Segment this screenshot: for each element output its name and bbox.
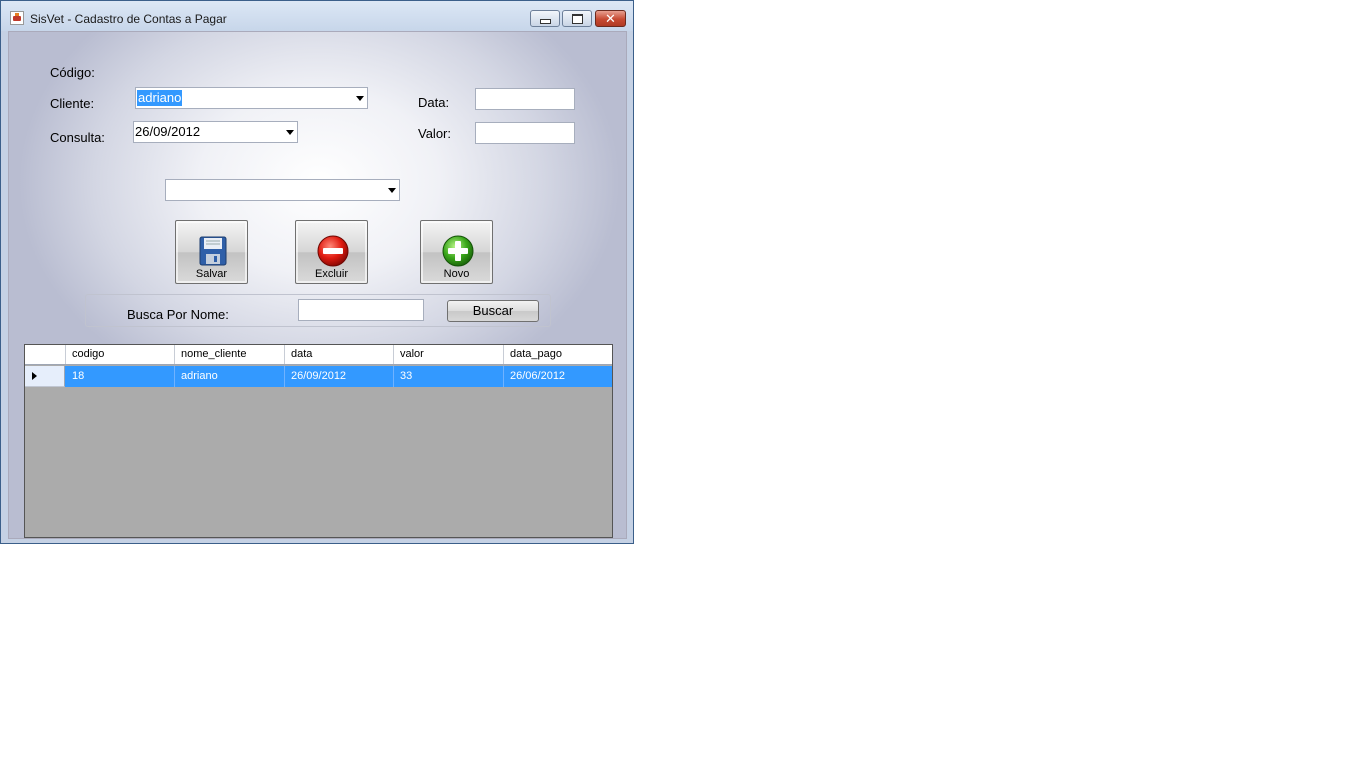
column-header-data-pago[interactable]: data_pago	[504, 345, 612, 364]
chevron-down-icon[interactable]	[388, 188, 396, 193]
column-header-codigo[interactable]: codigo	[66, 345, 175, 364]
chevron-down-icon[interactable]	[356, 96, 364, 101]
cliente-combo[interactable]: adriano	[135, 87, 368, 109]
cell-data[interactable]: 26/09/2012	[285, 366, 394, 387]
floppy-disk-icon	[199, 236, 227, 266]
app-window: SisVet - Cadastro de Contas a Pagar ✕ Có…	[0, 0, 634, 544]
novo-label: Novo	[443, 268, 470, 280]
row-pointer-icon	[32, 372, 37, 380]
form-panel: Código: Cliente: adriano Consulta: 26/09…	[8, 31, 627, 539]
data-field[interactable]	[475, 88, 575, 110]
plus-circle-icon	[442, 235, 474, 267]
cell-valor[interactable]: 33	[394, 366, 504, 387]
row-header-corner	[25, 345, 66, 364]
cell-codigo[interactable]: 18	[66, 366, 175, 387]
title-bar[interactable]: SisVet - Cadastro de Contas a Pagar ✕	[1, 1, 633, 31]
column-header-data[interactable]: data	[285, 345, 394, 364]
chevron-down-icon[interactable]	[286, 130, 294, 135]
excluir-button[interactable]: Excluir	[295, 220, 368, 284]
valor-field[interactable]	[475, 122, 575, 144]
cliente-combo-value: adriano	[137, 90, 183, 106]
cell-data-pago[interactable]: 26/06/2012	[504, 366, 612, 387]
consulta-combo[interactable]: 26/09/2012	[133, 121, 298, 143]
excluir-label: Excluir	[314, 268, 348, 280]
minimize-icon	[539, 19, 551, 24]
window-title: SisVet - Cadastro de Contas a Pagar	[30, 12, 227, 26]
consulta-label: Consulta:	[50, 130, 105, 145]
table-row[interactable]: 18 adriano 26/09/2012 33 26/06/2012	[25, 366, 612, 387]
grid-header: codigo nome_cliente data valor data_pago	[25, 345, 612, 365]
codigo-label: Código:	[50, 65, 95, 80]
cell-nome-cliente[interactable]: adriano	[175, 366, 285, 387]
data-label: Data:	[418, 95, 450, 110]
buscar-button[interactable]: Buscar	[447, 300, 539, 322]
valor-label: Valor:	[418, 126, 451, 141]
close-button[interactable]: ✕	[595, 10, 626, 27]
novo-button[interactable]: Novo	[420, 220, 493, 284]
maximize-button[interactable]	[562, 10, 592, 27]
minimize-button[interactable]	[530, 10, 560, 27]
row-header[interactable]	[25, 366, 65, 387]
data-grid[interactable]: codigo nome_cliente data valor data_pago…	[24, 344, 613, 538]
search-input[interactable]	[298, 299, 424, 321]
cliente-label: Cliente:	[50, 96, 95, 111]
busca-label: Busca Por Nome:	[127, 307, 229, 322]
column-header-nome-cliente[interactable]: nome_cliente	[175, 345, 285, 364]
app-icon	[10, 11, 24, 25]
consulta-combo-value: 26/09/2012	[135, 124, 201, 139]
minus-circle-icon	[317, 235, 349, 267]
extra-combo[interactable]	[165, 179, 400, 201]
salvar-label: Salvar	[195, 268, 228, 280]
column-header-valor[interactable]: valor	[394, 345, 504, 364]
maximize-icon	[571, 13, 583, 24]
close-icon: ✕	[605, 11, 616, 26]
salvar-button[interactable]: Salvar	[175, 220, 248, 284]
